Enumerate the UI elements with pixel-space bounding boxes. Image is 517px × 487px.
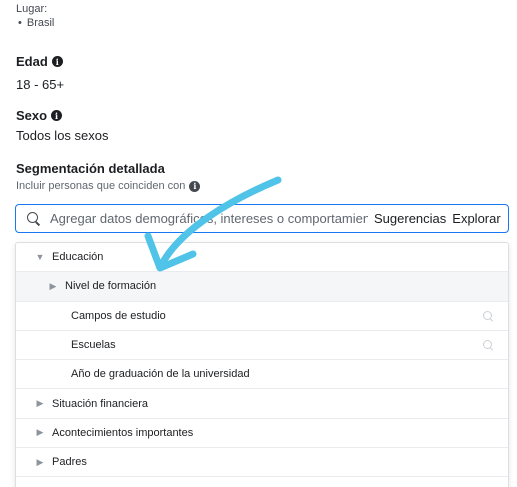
list-item-escuelas[interactable]: Escuelas xyxy=(16,331,508,361)
age-title-text: Edad xyxy=(16,54,48,69)
list-item-educacion[interactable]: ▼ Educación xyxy=(16,243,508,273)
chevron-right-icon[interactable]: ▶ xyxy=(47,281,59,292)
gender-title: Sexo i xyxy=(16,108,63,123)
age-title: Edad i xyxy=(16,54,63,69)
include-label-text: Incluir personas que coinciden con xyxy=(16,180,186,192)
detailed-targeting-title-text: Segmentación detallada xyxy=(16,161,165,176)
chevron-right-icon[interactable]: ▶ xyxy=(34,398,46,409)
search-icon[interactable] xyxy=(483,339,494,351)
gender-value: Todos los sexos xyxy=(16,128,109,143)
list-item-nivel-de-formacion[interactable]: ▶ Nivel de formación xyxy=(16,272,508,302)
list-item-campos-de-estudio[interactable]: Campos de estudio xyxy=(16,302,508,331)
list-item-acontecimientos-importantes[interactable]: ▶ Acontecimientos importantes xyxy=(16,419,508,449)
age-value: 18 - 65+ xyxy=(16,77,65,92)
list-item-label: Situación financiera xyxy=(52,397,149,410)
chevron-right-icon[interactable]: ▶ xyxy=(34,427,46,438)
list-item-label: Escuelas xyxy=(71,339,116,352)
list-item-padres[interactable]: ▶ Padres xyxy=(16,448,508,478)
info-icon[interactable]: i xyxy=(51,56,63,67)
detailed-targeting-title: Segmentación detallada xyxy=(16,161,165,176)
list-item-label: Acontecimientos importantes xyxy=(52,426,194,439)
search-icon[interactable] xyxy=(483,310,494,322)
include-label: Incluir personas que coinciden con i xyxy=(16,180,201,192)
chevron-down-icon[interactable]: ▼ xyxy=(34,252,46,262)
explore-button[interactable]: Explorar xyxy=(452,211,500,226)
list-item-label: Padres xyxy=(52,456,87,469)
list-item-label: Nivel de formación xyxy=(65,280,157,293)
chevron-right-icon[interactable]: ▶ xyxy=(34,457,46,468)
info-icon[interactable]: i xyxy=(51,110,63,121)
location-list: Brasil xyxy=(18,17,55,29)
location-label: Lugar: xyxy=(16,3,48,15)
list-item-label: Educación xyxy=(52,251,104,264)
search-input[interactable] xyxy=(50,211,368,226)
suggestions-button[interactable]: Sugerencias xyxy=(374,211,446,226)
info-icon[interactable]: i xyxy=(189,180,201,192)
search-icon xyxy=(26,211,42,227)
list-item-situacion-financiera[interactable]: ▶ Situación financiera xyxy=(16,389,508,419)
list-item-ano-de-graduacion[interactable]: Año de graduación de la universidad xyxy=(16,360,508,390)
browse-dropdown: ▼ Educación ▶ Nivel de formación Campos … xyxy=(15,242,509,487)
detailed-targeting-search[interactable]: Sugerencias Explorar xyxy=(15,204,509,233)
list-item-label: Año de graduación de la universidad xyxy=(71,368,250,381)
list-item-label: Campos de estudio xyxy=(71,309,166,322)
location-item: Brasil xyxy=(18,17,55,29)
gender-title-text: Sexo xyxy=(16,108,48,123)
